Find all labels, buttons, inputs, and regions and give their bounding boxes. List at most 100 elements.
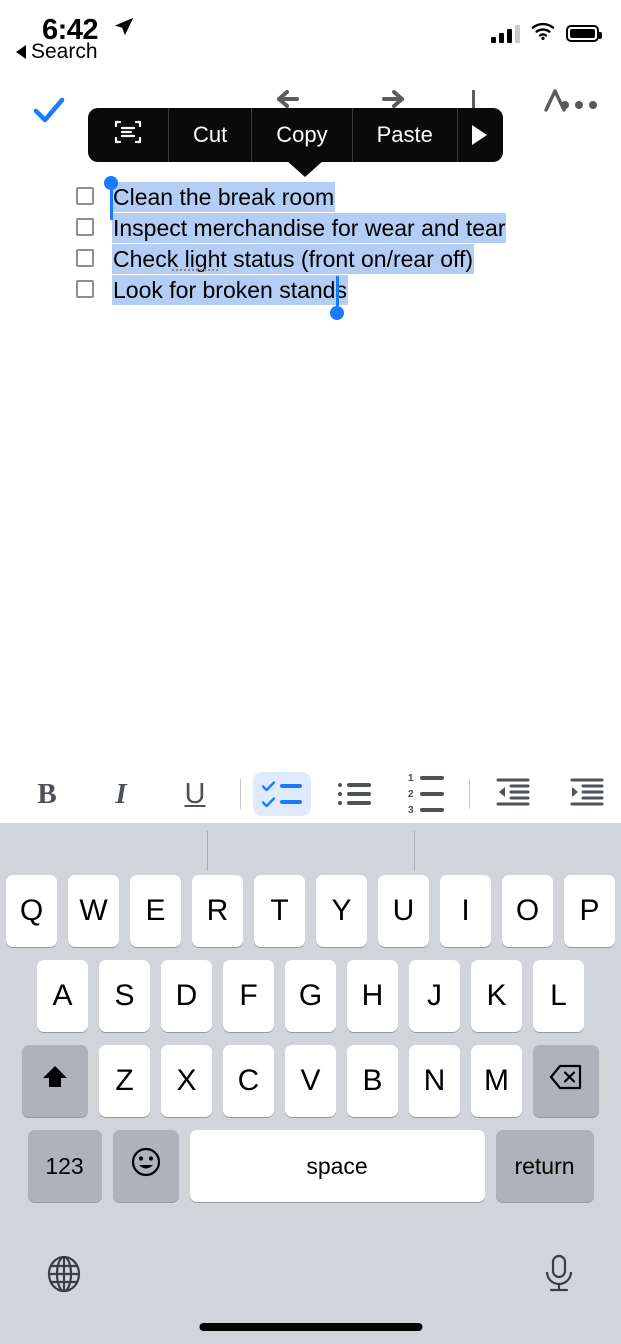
space-key[interactable]: space xyxy=(189,1130,485,1202)
outdent-button[interactable] xyxy=(484,772,542,816)
done-checkmark-button[interactable] xyxy=(30,92,68,135)
scan-text-icon xyxy=(114,118,142,152)
key-m[interactable]: M xyxy=(471,1045,522,1117)
key-g[interactable]: G xyxy=(285,960,336,1032)
list-item[interactable]: Inspect merchandise for wear and tear xyxy=(0,213,621,244)
key-a[interactable]: A xyxy=(37,960,88,1032)
backspace-key[interactable] xyxy=(533,1045,599,1117)
edit-menu-pointer-arrow xyxy=(286,160,324,177)
key-h[interactable]: H xyxy=(347,960,398,1032)
back-triangle-icon xyxy=(16,45,26,59)
backspace-delete-icon xyxy=(549,1064,583,1098)
paste-button[interactable]: Paste xyxy=(353,108,458,162)
key-p[interactable]: P xyxy=(564,875,615,947)
key-t[interactable]: T xyxy=(254,875,305,947)
numbered-list-button[interactable]: 1 2 3 xyxy=(397,772,455,816)
numbers-key[interactable]: 123 xyxy=(27,1130,102,1202)
dot-icon xyxy=(561,101,569,109)
toolbar-divider xyxy=(240,779,241,809)
microphone-dictation-icon[interactable] xyxy=(539,1252,579,1301)
keyboard-row-3: Z X C V B N M xyxy=(0,1045,621,1117)
wifi-icon xyxy=(531,22,555,45)
text-selection-edit-menu[interactable]: Cut Copy Paste xyxy=(88,108,503,162)
key-e[interactable]: E xyxy=(130,875,181,947)
return-key[interactable]: return xyxy=(495,1130,594,1202)
outdent-icon xyxy=(496,777,530,812)
handle-bar-icon xyxy=(109,190,113,220)
key-l[interactable]: L xyxy=(533,960,584,1032)
back-to-search-link[interactable]: Search xyxy=(16,40,98,64)
predictive-text-bar[interactable] xyxy=(0,823,621,875)
globe-language-icon[interactable] xyxy=(42,1252,86,1301)
selection-start-handle[interactable] xyxy=(104,176,118,220)
key-q[interactable]: Q xyxy=(6,875,57,947)
checkbox-icon[interactable] xyxy=(76,280,94,298)
key-y[interactable]: Y xyxy=(316,875,367,947)
cellular-signal-icon xyxy=(491,24,520,43)
onscreen-keyboard[interactable]: Q W E R T Y U I O P A S D F G H J K L Z … xyxy=(0,823,621,1344)
predictive-divider xyxy=(414,831,415,871)
list-item-label: Clean the break room xyxy=(112,182,336,212)
key-s[interactable]: S xyxy=(99,960,150,1032)
key-d[interactable]: D xyxy=(161,960,212,1032)
key-r[interactable]: R xyxy=(192,875,243,947)
copy-button[interactable]: Copy xyxy=(252,108,353,162)
key-f[interactable]: F xyxy=(223,960,274,1032)
italic-button[interactable]: I xyxy=(92,772,150,816)
cut-button[interactable]: Cut xyxy=(169,108,253,162)
checklist-button[interactable] xyxy=(253,772,311,816)
key-k[interactable]: K xyxy=(471,960,522,1032)
format-toolbar[interactable]: B I U 1 2 3 xyxy=(0,765,621,823)
checklist-icon xyxy=(262,780,302,808)
battery-full-icon xyxy=(566,25,602,42)
list-item-label: Look for broken stands xyxy=(112,275,348,305)
key-u[interactable]: U xyxy=(378,875,429,947)
number-label: 1 xyxy=(408,772,414,784)
bullet-list-button[interactable] xyxy=(325,772,383,816)
shift-up-arrow-icon xyxy=(40,1062,70,1100)
key-v[interactable]: V xyxy=(285,1045,336,1117)
checkbox-icon[interactable] xyxy=(76,187,94,205)
selection-end-handle[interactable] xyxy=(330,276,344,320)
key-c[interactable]: C xyxy=(223,1045,274,1117)
note-checklist-body[interactable]: Clean the break room Inspect merchandise… xyxy=(0,176,621,320)
number-label: 3 xyxy=(408,804,414,816)
indent-icon xyxy=(570,777,604,812)
checkbox-icon[interactable] xyxy=(76,218,94,236)
bold-button[interactable]: B xyxy=(18,772,76,816)
key-o[interactable]: O xyxy=(502,875,553,947)
location-arrow-icon xyxy=(113,16,135,43)
more-options-button[interactable] xyxy=(561,101,597,109)
status-indicators xyxy=(491,22,602,45)
more-menu-button[interactable] xyxy=(458,108,503,162)
list-item[interactable]: Look for broken stands xyxy=(0,275,621,306)
emoji-smiley-icon xyxy=(130,1146,162,1186)
checkbox-icon[interactable] xyxy=(76,249,94,267)
emoji-key[interactable] xyxy=(112,1130,179,1202)
key-i[interactable]: I xyxy=(440,875,491,947)
list-item[interactable]: Clean the break room xyxy=(0,182,621,213)
key-x[interactable]: X xyxy=(161,1045,212,1117)
key-z[interactable]: Z xyxy=(99,1045,150,1117)
list-item-label: Check light status (front on/rear off) xyxy=(112,244,475,274)
key-b[interactable]: B xyxy=(347,1045,398,1117)
numbered-list-icon: 1 2 3 xyxy=(408,773,444,816)
handle-knob-icon xyxy=(104,176,118,190)
key-w[interactable]: W xyxy=(68,875,119,947)
key-n[interactable]: N xyxy=(409,1045,460,1117)
shift-key[interactable] xyxy=(22,1045,88,1117)
key-j[interactable]: J xyxy=(409,960,460,1032)
bullet-list-icon xyxy=(337,783,371,805)
scan-text-button[interactable] xyxy=(88,108,169,162)
keyboard-bottom-bar xyxy=(0,1244,621,1344)
handle-knob-icon xyxy=(330,306,344,320)
underline-button[interactable]: U xyxy=(166,772,224,816)
home-indicator xyxy=(199,1323,422,1331)
dot-icon xyxy=(589,101,597,109)
list-item[interactable]: Check light status (front on/rear off) xyxy=(0,244,621,275)
dot-icon xyxy=(575,101,583,109)
predictive-divider xyxy=(207,831,208,871)
indent-button[interactable] xyxy=(558,772,616,816)
chevron-right-icon xyxy=(471,125,487,145)
list-item-label: Inspect merchandise for wear and tear xyxy=(112,213,507,243)
